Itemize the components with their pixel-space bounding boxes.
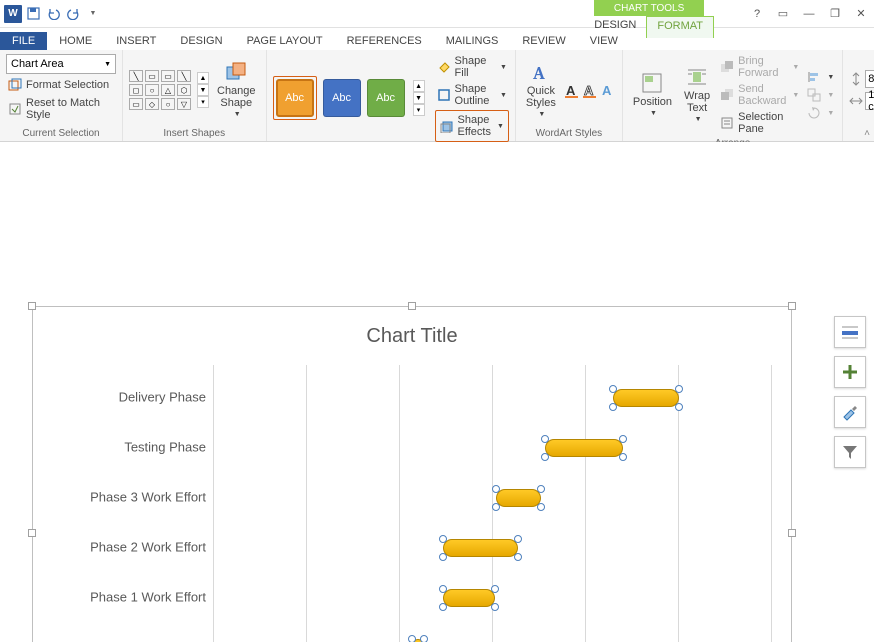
data-bar[interactable] [443, 539, 518, 557]
width-icon [849, 94, 863, 108]
svg-text:A: A [532, 63, 545, 83]
word-icon: W [4, 5, 22, 23]
group-label: Current Selection [6, 126, 116, 139]
group-current-selection: Chart Area▼ Format Selection Reset to Ma… [0, 50, 123, 141]
chart-filters-button[interactable] [834, 436, 866, 468]
tab-chart-format[interactable]: FORMAT [646, 16, 714, 38]
tab-home[interactable]: HOME [47, 32, 104, 50]
selection-pane-button[interactable]: Selection Pane [718, 110, 801, 136]
tab-insert[interactable]: INSERT [104, 32, 168, 50]
save-button[interactable] [24, 5, 42, 23]
chart-elements-button[interactable] [834, 316, 866, 348]
width-input[interactable]: 15.24 cm▲▼ [865, 92, 874, 110]
group-shape-styles: Abc Abc Abc ▲▼▾ Shape Fill▼ Shape Outlin… [267, 50, 516, 141]
shape-fill-button[interactable]: Shape Fill▼ [435, 54, 509, 80]
qat-customize[interactable]: ▼ [84, 5, 102, 23]
text-outline-button[interactable]: A [582, 65, 598, 115]
ribbon-display-options[interactable]: ▭ [774, 5, 792, 23]
change-shape-button[interactable]: Change Shape▼ [213, 59, 260, 121]
position-button[interactable]: Position▼ [629, 70, 676, 120]
group-button[interactable]: ▼ [805, 87, 836, 103]
wrap-text-button[interactable]: Wrap Text▼ [680, 64, 714, 126]
group-label: Insert Shapes [129, 126, 260, 139]
chart-object[interactable]: Chart Title Delivery Phase Testing Phase… [32, 306, 792, 642]
chart-element-selector[interactable]: Chart Area▼ [6, 54, 116, 74]
category-label: Phase 3 Work Effort [46, 490, 206, 505]
group-insert-shapes: ╲▭▭╲ ◻○△⬡ ▭◇○▽ ▲▼▾ Change Shape▼ Insert … [123, 50, 267, 141]
style-swatch-blue[interactable]: Abc [323, 79, 361, 117]
reset-match-style-button[interactable]: Reset to Match Style [6, 96, 116, 122]
group-label: WordArt Styles [522, 126, 616, 139]
height-icon [849, 72, 863, 86]
ribbon-tabs: FILE HOME INSERT DESIGN PAGE LAYOUT REFE… [0, 28, 874, 50]
tab-page-layout[interactable]: PAGE LAYOUT [235, 32, 335, 50]
data-bar[interactable] [545, 439, 623, 457]
tab-chart-design[interactable]: DESIGN [584, 16, 646, 38]
chart-title[interactable]: Chart Title [33, 307, 791, 358]
quick-styles-button[interactable]: AQuick Styles▼ [522, 59, 560, 121]
collapse-ribbon-button[interactable]: ˄ [864, 128, 870, 139]
svg-text:A: A [602, 83, 612, 98]
redo-button[interactable] [64, 5, 82, 23]
category-label: Delivery Phase [46, 390, 206, 405]
group-wordart-styles: AQuick Styles▼ A A A WordArt Styles [516, 50, 623, 141]
context-tab-label: CHART TOOLS [594, 0, 704, 16]
tab-review[interactable]: REVIEW [510, 32, 577, 50]
chart-add-element-button[interactable] [834, 356, 866, 388]
svg-text:A: A [584, 83, 594, 98]
shapes-gallery[interactable]: ╲▭▭╲ ◻○△⬡ ▭◇○▽ [129, 70, 191, 110]
bring-forward-button[interactable]: Bring Forward▼ [718, 54, 801, 80]
rotate-button[interactable]: ▼ [805, 105, 836, 121]
category-label: Phase 1 Work Effort [46, 590, 206, 605]
help-button[interactable]: ? [748, 5, 766, 23]
category-label: Phase 2 Work Effort [46, 540, 206, 555]
chart-styles-button[interactable] [834, 396, 866, 428]
text-fill-button[interactable]: A [564, 65, 580, 115]
svg-text:A: A [566, 83, 576, 98]
minimize-button[interactable]: — [800, 5, 818, 23]
format-selection-button[interactable]: Format Selection [6, 77, 111, 93]
shape-style-gallery[interactable]: Abc Abc Abc ▲▼▾ [273, 76, 425, 120]
data-bar[interactable] [613, 389, 679, 407]
group-label: Size [849, 126, 874, 139]
data-bar[interactable] [443, 589, 495, 607]
style-swatch-green[interactable]: Abc [367, 79, 405, 117]
tab-references[interactable]: REFERENCES [335, 32, 434, 50]
ribbon: Chart Area▼ Format Selection Reset to Ma… [0, 50, 874, 142]
tab-file[interactable]: FILE [0, 32, 47, 50]
undo-button[interactable] [44, 5, 62, 23]
document-canvas[interactable]: Chart Title Delivery Phase Testing Phase… [0, 142, 874, 642]
chart-element-value: Chart Area [11, 58, 64, 70]
tab-mailings[interactable]: MAILINGS [434, 32, 511, 50]
quick-access-toolbar: W ▼ [4, 5, 102, 23]
shape-outline-button[interactable]: Shape Outline▼ [435, 82, 509, 108]
style-swatch-orange[interactable]: Abc [276, 79, 314, 117]
align-button[interactable]: ▼ [805, 69, 836, 85]
data-bar[interactable] [496, 489, 541, 507]
group-arrange: Position▼ Wrap Text▼ Bring Forward▼ Send… [623, 50, 843, 141]
text-effects-button[interactable]: A [600, 65, 616, 115]
height-input[interactable]: 8.89 cm▲▼ [865, 70, 874, 88]
shape-effects-button[interactable]: Shape Effects▼ [438, 113, 506, 139]
restore-button[interactable]: ❐ [826, 5, 844, 23]
send-backward-button[interactable]: Send Backward▼ [718, 82, 801, 108]
tab-design[interactable]: DESIGN [168, 32, 234, 50]
title-bar: W ▼ ? ▭ — ❐ ✕ [0, 0, 874, 28]
close-button[interactable]: ✕ [852, 5, 870, 23]
category-label: Testing Phase [46, 440, 206, 455]
